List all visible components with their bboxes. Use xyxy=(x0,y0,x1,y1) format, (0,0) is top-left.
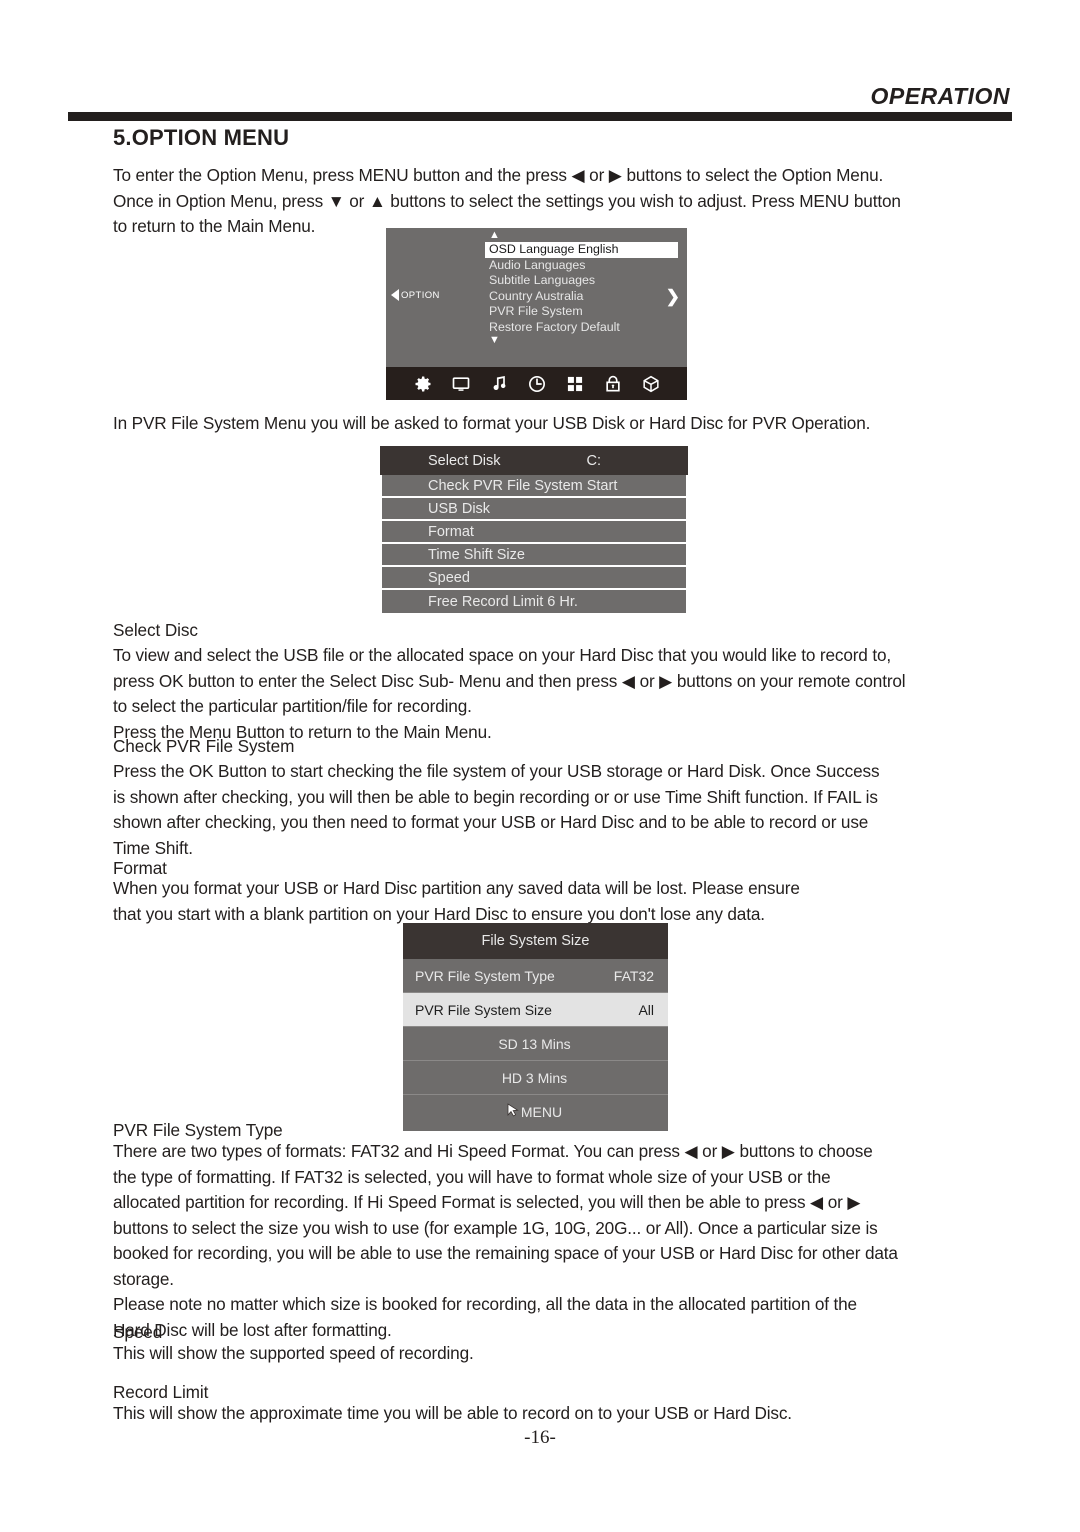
osd-item-country[interactable]: Country Australia xyxy=(485,289,678,305)
scroll-up-caret-icon[interactable]: ▲ xyxy=(485,230,678,242)
pvr-row-time-shift-size[interactable]: Time Shift Size xyxy=(382,544,686,567)
pvr-row-usb-disk[interactable]: USB Disk xyxy=(382,498,686,521)
cube-icon[interactable] xyxy=(641,374,661,394)
page-title: 5.OPTION MENU xyxy=(113,125,290,150)
body-pvr-type: There are two types of formats: FAT32 an… xyxy=(113,1141,898,1340)
heading-select-disc: Select Disc xyxy=(113,620,198,640)
gear-icon[interactable] xyxy=(413,374,433,394)
pvr-rows: Check PVR File System Start USB Disk For… xyxy=(382,475,686,613)
pvr-row-free-record-limit[interactable]: Free Record Limit 6 Hr. xyxy=(382,590,686,613)
page-number: -16- xyxy=(524,1427,556,1448)
body-speed: This will show the supported speed of re… xyxy=(113,1343,474,1363)
osd-menu-list: ▲ OSD Language English Audio Languages S… xyxy=(485,230,678,347)
fss-row-type[interactable]: PVR File System Type FAT32 xyxy=(403,959,668,993)
fss-title: File System Size xyxy=(403,923,668,959)
option-menu-osd-figure: OPTION ❯ ▲ OSD Language English Audio La… xyxy=(386,228,687,400)
scroll-down-caret-icon[interactable]: ▼ xyxy=(485,335,678,347)
pvr-select-disk-label: Select Disk xyxy=(428,452,501,469)
pvr-file-system-figure: Select Disk C: Check PVR File System Sta… xyxy=(380,446,688,621)
body-check-pvr: Press the OK Button to start checking th… xyxy=(113,761,880,858)
pvr-select-disk-value: C: xyxy=(586,452,602,469)
manual-page: OPERATION 5.OPTION MENU To enter the Opt… xyxy=(0,0,1080,1532)
fss-row-menu[interactable]: MENU xyxy=(403,1095,668,1128)
osd-item-subtitle-languages[interactable]: Subtitle Languages xyxy=(485,273,678,289)
pvr-select-disk-row[interactable]: Select Disk C: xyxy=(380,446,688,475)
pvr-row-speed[interactable]: Speed xyxy=(382,567,686,590)
pvr-row-format[interactable]: Format xyxy=(382,521,686,544)
fss-row-sd-time: SD 13 Mins xyxy=(403,1027,668,1061)
body-record-limit: This will show the approximate time you … xyxy=(113,1403,792,1423)
pvr-intro-paragraph: In PVR File System Menu you will be aske… xyxy=(113,413,871,433)
fss-menu-label: MENU xyxy=(520,1103,563,1120)
fss-row-hd-time: HD 3 Mins xyxy=(403,1061,668,1095)
osd-item-osd-language[interactable]: OSD Language English xyxy=(485,242,678,258)
file-system-size-figure: File System Size PVR File System Type FA… xyxy=(403,923,668,1131)
cursor-arrow-icon xyxy=(507,1103,519,1120)
fss-row-size-label: PVR File System Size xyxy=(415,1001,552,1018)
lock-icon[interactable] xyxy=(603,374,623,394)
fss-row-size-value: All xyxy=(638,1001,654,1018)
body-select-disc: To view and select the USB file or the a… xyxy=(113,645,906,742)
fss-row-type-label: PVR File System Type xyxy=(415,967,555,984)
heading-check-pvr: Check PVR File System xyxy=(113,736,295,756)
osd-item-audio-languages[interactable]: Audio Languages xyxy=(485,258,678,274)
pvr-row-check-file-system[interactable]: Check PVR File System Start xyxy=(382,475,686,498)
osd-item-pvr-file-system[interactable]: PVR File System xyxy=(485,304,678,320)
clock-icon[interactable] xyxy=(527,374,547,394)
fss-row-size[interactable]: PVR File System Size All xyxy=(403,993,668,1027)
osd-option-tag-label: OPTION xyxy=(401,289,440,301)
music-note-icon[interactable] xyxy=(489,374,509,394)
header-divider xyxy=(68,112,1012,122)
monitor-icon[interactable] xyxy=(451,374,471,394)
osd-body: OPTION ❯ ▲ OSD Language English Audio La… xyxy=(386,228,687,367)
osd-item-restore-factory-default[interactable]: Restore Factory Default xyxy=(485,320,678,336)
header-title: OPERATION xyxy=(870,83,1010,109)
grid-icon[interactable] xyxy=(565,374,585,394)
fss-row-type-value: FAT32 xyxy=(613,967,654,984)
page-header: OPERATION xyxy=(68,83,1012,122)
osd-option-tag: OPTION xyxy=(391,289,440,301)
osd-icon-bar xyxy=(386,367,687,400)
left-arrow-icon xyxy=(391,289,399,301)
body-format: When you format your USB or Hard Disc pa… xyxy=(113,878,800,924)
